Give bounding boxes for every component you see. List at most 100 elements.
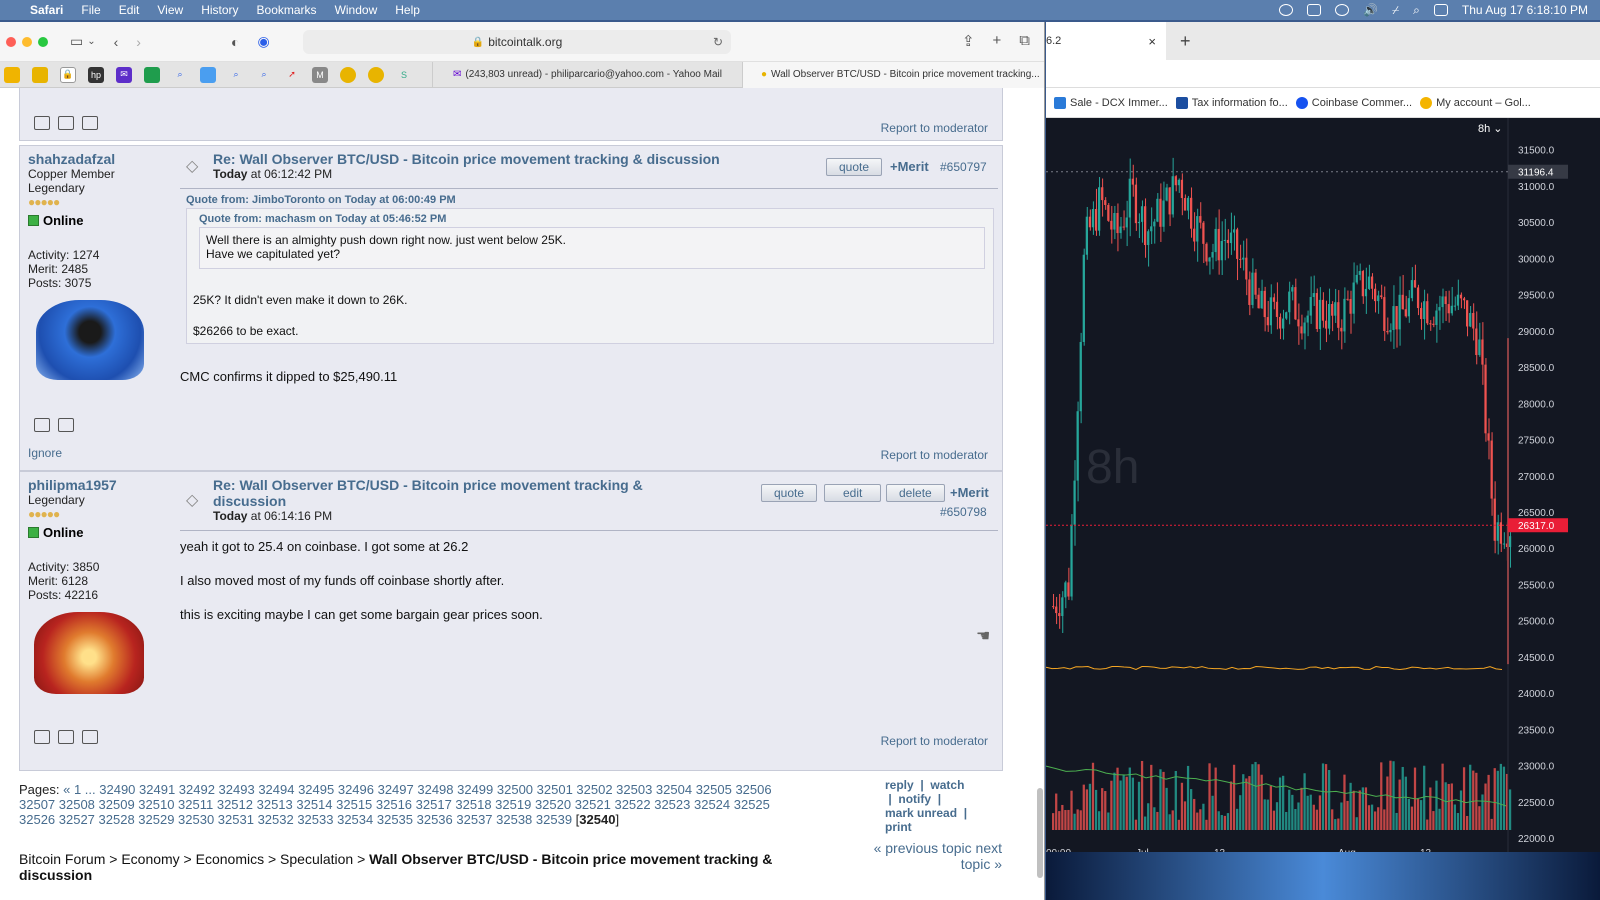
sheet-icon[interactable] (144, 66, 160, 83)
profile-icon[interactable] (34, 730, 50, 744)
spotlight-icon[interactable]: ⌕ (1413, 3, 1420, 18)
volume-bar (1082, 784, 1085, 830)
page-links[interactable]: 32507 32508 32509 32510 32511 32512 3251… (19, 797, 770, 812)
delete-button[interactable]: delete (886, 484, 945, 502)
pinned-tab-icon[interactable] (32, 66, 48, 83)
sidebar-icon[interactable]: ▭ (70, 33, 83, 50)
menu-view[interactable]: View (157, 3, 183, 17)
mail-icon[interactable]: ✉ (116, 66, 132, 83)
address-bar[interactable]: 🔒 bitcointalk.org ↻ (303, 30, 731, 54)
message-id[interactable]: #650798 (940, 505, 987, 519)
bookmark-coinbase[interactable]: Coinbase Commer... (1295, 96, 1412, 109)
mark-unread-link[interactable]: mark unread (885, 806, 957, 820)
ignore-link[interactable]: Ignore (28, 446, 62, 460)
nested-quote-header[interactable]: Quote from: machasm on Today at 05:46:52… (199, 213, 446, 225)
notify-link[interactable]: notify (898, 792, 931, 806)
username[interactable]: shahzadafzal (28, 151, 178, 167)
post-icon: ◇ (186, 158, 199, 175)
edit-button[interactable]: edit (824, 484, 882, 502)
search-icon[interactable]: ⌕ (172, 67, 188, 83)
forward-icon[interactable]: › (136, 34, 141, 50)
pinned-tab-icon[interactable]: S (396, 67, 412, 83)
merit-button[interactable]: +Merit (890, 159, 929, 174)
new-tab-icon[interactable]: + (1180, 31, 1191, 52)
zoom-window-button[interactable] (38, 36, 48, 47)
watch-link[interactable]: watch (930, 778, 964, 792)
pm-icon[interactable] (82, 730, 98, 744)
report-link[interactable]: Report to moderator (881, 121, 988, 135)
bitcoin-icon[interactable] (368, 66, 384, 83)
wifi-off-icon[interactable]: ⌿ (1392, 3, 1399, 18)
bookmark-google[interactable]: My account – Gol... (1420, 96, 1531, 109)
email-icon[interactable] (58, 116, 74, 130)
lock-icon[interactable]: 🔒 (60, 66, 76, 83)
pm-icon[interactable] (82, 116, 98, 130)
volume-icon[interactable]: 🔊 (1363, 3, 1378, 17)
close-window-button[interactable] (6, 36, 16, 47)
previous-topic-link[interactable]: « previous topic (874, 840, 972, 856)
report-link[interactable]: Report to moderator (881, 734, 988, 748)
menu-bookmarks[interactable]: Bookmarks (257, 3, 317, 17)
share-icon[interactable]: ⇪ (962, 32, 975, 50)
time-machine-icon[interactable] (1335, 4, 1350, 16)
minimize-window-button[interactable] (22, 36, 32, 47)
bookmark-dcx[interactable]: Sale - DCX Immer... (1054, 96, 1168, 109)
tab-yahoo-mail[interactable]: ✉ (243,803 unread) - philiparcario@yahoo… (432, 61, 742, 88)
post-title[interactable]: Re: Wall Observer BTC/USD - Bitcoin pric… (213, 477, 733, 509)
quote-header[interactable]: Quote from: JimboToronto on Today at 06:… (186, 194, 456, 206)
page-link-first[interactable]: « 1 ... (63, 782, 96, 797)
chevron-down-icon[interactable]: ⌄ (87, 36, 95, 47)
print-link[interactable]: print (885, 820, 912, 834)
display-icon[interactable] (1307, 4, 1322, 16)
reload-icon[interactable]: ↻ (713, 35, 723, 49)
pinned-tab-icon[interactable] (200, 66, 216, 83)
candlestick-chart-svg[interactable]: 8h 31500.0 31000.0 30500.0 30000.0 29500.0 290… (1046, 118, 1600, 862)
report-link[interactable]: Report to moderator (881, 448, 988, 462)
tab-overview-icon[interactable]: ⧉ (1019, 32, 1030, 50)
profile-icon[interactable] (34, 418, 50, 432)
page-links[interactable]: 32490 32491 32492 32493 32494 32495 3249… (99, 782, 771, 797)
new-tab-icon[interactable]: + (993, 32, 1002, 50)
volume-bar (1429, 787, 1432, 830)
clock[interactable]: Thu Aug 17 6:18:10 PM (1462, 3, 1588, 17)
bookmark-tax[interactable]: Tax information fo... (1175, 96, 1288, 109)
quote-button[interactable]: quote (761, 484, 818, 502)
menu-window[interactable]: Window (335, 3, 378, 17)
reply-link[interactable]: reply (885, 778, 914, 792)
merit-button[interactable]: +Merit (950, 485, 989, 500)
chart-tab[interactable]: 6.2 × (1046, 22, 1166, 60)
extension-icon[interactable]: ◉ (257, 33, 269, 50)
hp-icon[interactable]: hp (88, 66, 104, 83)
pinned-tab-icon[interactable]: ➚ (284, 67, 300, 83)
search-icon[interactable]: ⌕ (256, 67, 272, 83)
creative-cloud-icon[interactable] (1279, 4, 1294, 16)
privacy-shield-icon[interactable]: ◐ (231, 34, 239, 50)
profile-icon[interactable] (34, 116, 50, 130)
pm-icon[interactable] (58, 418, 74, 432)
tab-bitcointalk[interactable]: ● Wall Observer BTC/USD - Bitcoin price … (742, 61, 1044, 88)
m-icon[interactable]: M (312, 66, 328, 83)
message-id[interactable]: #650797 (940, 160, 987, 174)
interval-selector[interactable]: 8h ⌄ (1478, 123, 1503, 135)
post-title[interactable]: Re: Wall Observer BTC/USD - Bitcoin pric… (213, 151, 813, 167)
price-chart[interactable]: 8h 31500.0 31000.0 30500.0 30000.0 29500.0 290… (1046, 118, 1600, 862)
menu-help[interactable]: Help (395, 3, 420, 17)
hand-icon[interactable]: ☚ (976, 626, 990, 646)
menu-file[interactable]: File (81, 3, 100, 17)
breadcrumb-path[interactable]: Bitcoin Forum > Economy > Economics > Sp… (19, 851, 369, 867)
search-icon[interactable]: ⌕ (228, 67, 244, 83)
bitcoin-icon[interactable] (340, 66, 356, 83)
chart-url-bar[interactable] (1046, 60, 1600, 88)
scrollbar[interactable] (1037, 788, 1043, 878)
pinned-tab-icon[interactable] (4, 66, 20, 83)
username[interactable]: philipma1957 (28, 477, 178, 493)
menu-edit[interactable]: Edit (119, 3, 140, 17)
email-icon[interactable] (58, 730, 74, 744)
close-tab-icon[interactable]: × (1148, 34, 1156, 49)
menu-history[interactable]: History (201, 3, 238, 17)
menu-app[interactable]: Safari (30, 3, 63, 17)
control-center-icon[interactable] (1433, 4, 1448, 16)
back-icon[interactable]: ‹ (114, 34, 119, 50)
quote-button[interactable]: quote (826, 158, 883, 176)
page-links[interactable]: 32526 32527 32528 32529 32530 32531 3253… (19, 812, 572, 827)
